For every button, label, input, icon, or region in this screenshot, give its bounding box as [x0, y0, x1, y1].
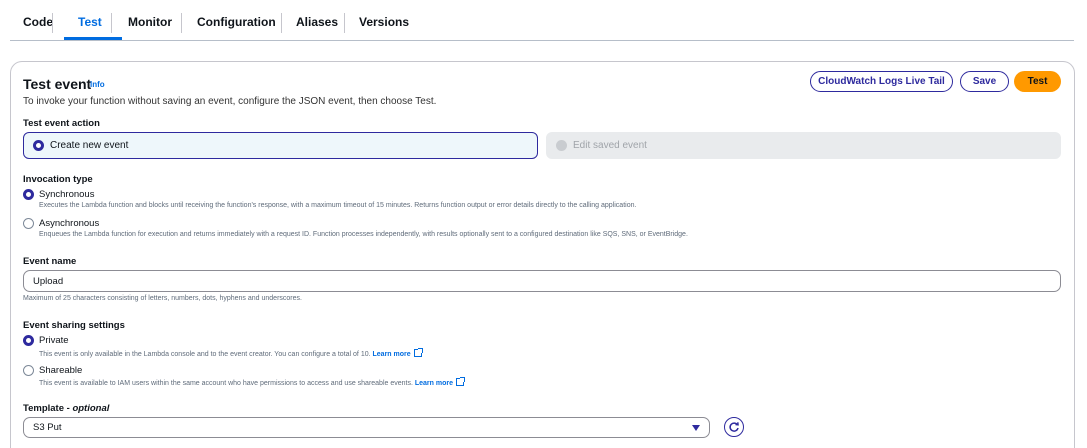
save-button[interactable]: Save: [960, 71, 1009, 92]
template-optional-text: optional: [72, 403, 110, 414]
create-new-event-tile[interactable]: Create new event: [23, 132, 538, 159]
info-link[interactable]: Info: [90, 80, 105, 89]
tab-bar: Code Test Monitor Configuration Aliases …: [10, 0, 1074, 41]
create-new-event-label: Create new event: [50, 140, 129, 151]
template-label-text: Template -: [23, 403, 73, 414]
invocation-type-label: Invocation type: [23, 174, 93, 185]
asynchronous-label[interactable]: Asynchronous: [39, 218, 99, 229]
template-select[interactable]: S3 Put: [23, 417, 710, 438]
tab-code[interactable]: Code: [23, 15, 53, 29]
private-learn-more-link[interactable]: Learn more: [373, 351, 411, 358]
panel-description: To invoke your function without saving a…: [23, 96, 437, 107]
tab-test[interactable]: Test: [78, 15, 102, 29]
shareable-description: This event is available to IAM users wit…: [39, 377, 465, 387]
test-event-panel: [10, 61, 1075, 448]
asynchronous-description: Enqueues the Lambda function for executi…: [39, 231, 688, 238]
event-name-label: Event name: [23, 256, 77, 267]
tab-aliases[interactable]: Aliases: [296, 15, 338, 29]
external-link-icon: [456, 377, 465, 386]
tab-divider: [281, 13, 282, 33]
shareable-learn-more-link[interactable]: Learn more: [415, 380, 453, 387]
tab-monitor[interactable]: Monitor: [128, 15, 172, 29]
edit-saved-event-radio: [556, 140, 567, 151]
test-button[interactable]: Test: [1014, 71, 1061, 92]
template-label: Template - optional: [23, 403, 109, 414]
shareable-radio[interactable]: [23, 365, 34, 376]
synchronous-label[interactable]: Synchronous: [39, 189, 94, 200]
chevron-down-icon: [692, 425, 700, 431]
refresh-icon: [729, 422, 739, 432]
event-name-input[interactable]: Upload: [23, 270, 1061, 292]
test-event-action-label: Test event action: [23, 118, 100, 129]
edit-saved-event-label: Edit saved event: [573, 140, 647, 151]
event-name-hint: Maximum of 25 characters consisting of l…: [23, 295, 302, 302]
tab-divider: [111, 13, 112, 33]
tab-configuration[interactable]: Configuration: [197, 15, 276, 29]
active-tab-indicator: [64, 37, 122, 40]
asynchronous-radio[interactable]: [23, 218, 34, 229]
external-link-icon: [413, 348, 423, 357]
tab-versions[interactable]: Versions: [359, 15, 409, 29]
tab-divider: [344, 13, 345, 33]
shareable-description-text: This event is available to IAM users wit…: [39, 380, 413, 387]
template-select-value: S3 Put: [33, 422, 62, 433]
private-description-text: This event is only available in the Lamb…: [39, 351, 371, 358]
create-new-event-radio[interactable]: [33, 140, 44, 151]
tab-divider: [52, 13, 53, 33]
edit-saved-event-tile: Edit saved event: [546, 132, 1061, 159]
page-title: Test event: [23, 76, 92, 92]
private-radio[interactable]: [23, 335, 34, 346]
event-sharing-label: Event sharing settings: [23, 320, 125, 331]
synchronous-radio[interactable]: [23, 189, 34, 200]
synchronous-description: Executes the Lambda function and blocks …: [39, 202, 637, 209]
refresh-templates-button[interactable]: [724, 417, 744, 437]
cloudwatch-live-tail-button[interactable]: CloudWatch Logs Live Tail: [810, 71, 953, 92]
shareable-label[interactable]: Shareable: [39, 365, 82, 376]
private-description: This event is only available in the Lamb…: [39, 348, 423, 358]
private-label[interactable]: Private: [39, 335, 69, 346]
tab-divider: [181, 13, 182, 33]
